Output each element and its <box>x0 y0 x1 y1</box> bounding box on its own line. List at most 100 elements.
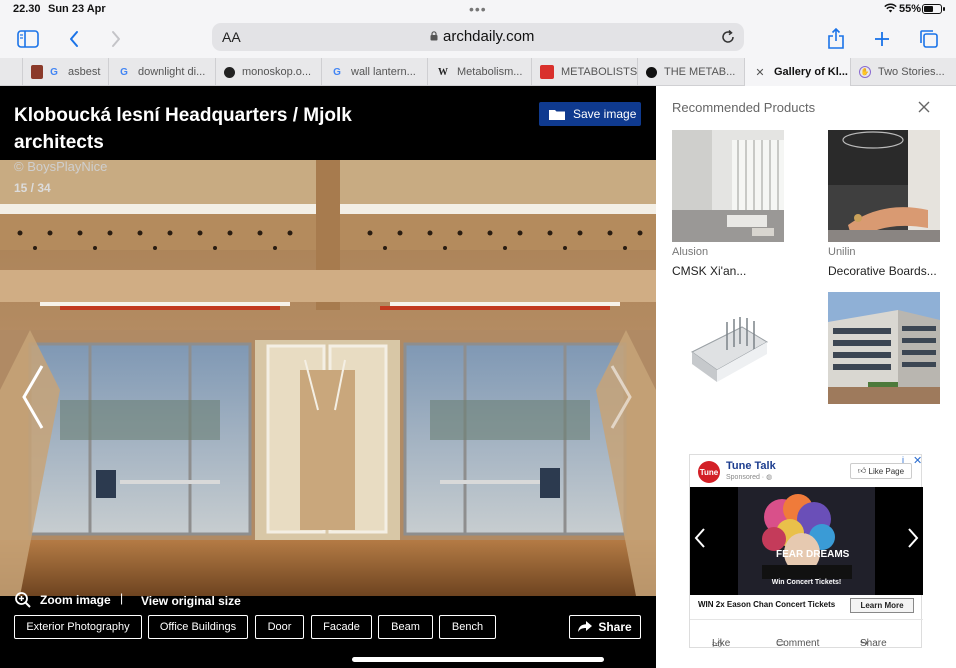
share-arrow-icon <box>578 621 593 632</box>
forward-icon[interactable] <box>102 26 130 52</box>
tab-label: THE METAB... <box>664 66 736 78</box>
recommended-products-panel: Recommended Products Alusion CMSK Xi'an.… <box>656 86 956 668</box>
tag-bench[interactable]: Bench <box>439 615 496 639</box>
product-brand: Alusion <box>672 246 709 258</box>
image-counter: 15 / 34 <box>14 181 51 195</box>
tag-door[interactable]: Door <box>255 615 304 639</box>
facebook-ad[interactable]: Tune Tune Talk Sponsored · ◍ i ✕ 👍︎ Like… <box>689 454 923 650</box>
tab-asbest[interactable]: G asbest <box>22 58 108 86</box>
zoom-icon[interactable] <box>14 591 32 609</box>
tab-the-metab[interactable]: THE METAB... <box>637 58 744 86</box>
tab-two-stories[interactable]: ✋ Two Stories... <box>850 58 956 86</box>
thumbs-up-icon: 👍︎ <box>857 466 867 475</box>
tab-label: Gallery of Kl... <box>774 66 848 78</box>
multitasking-dots-icon[interactable]: ••• <box>469 1 487 17</box>
site-circle-icon <box>646 66 657 78</box>
product-image-decorative-boards[interactable] <box>828 130 940 242</box>
google-icon: G <box>50 66 58 78</box>
ad-action-bar: 👍︎ Like ▭ Comment ↪ Share <box>690 619 923 650</box>
tools-separator: | <box>120 591 124 605</box>
browser-toolbar: AA archdaily.com <box>0 20 956 58</box>
share-icon[interactable] <box>822 26 850 52</box>
tab-bar: G asbest G downlight di... monoskop.o...… <box>0 58 956 86</box>
ad-share-label: Share <box>860 638 887 649</box>
previous-image-icon[interactable] <box>20 362 46 432</box>
learn-more-button[interactable]: Learn More <box>850 598 914 613</box>
wikipedia-icon: W <box>438 66 448 78</box>
ad-sponsored-label: Sponsored · ◍ <box>726 473 772 481</box>
save-image-label: Save image <box>573 107 637 121</box>
battery-icon <box>922 4 945 14</box>
close-tab-icon[interactable]: ✕ <box>753 65 767 79</box>
tab-wall-lantern[interactable]: G wall lantern... <box>321 58 427 86</box>
ad-carousel-image[interactable]: FEAR DREAMS Win Concert Tickets! <box>690 487 923 595</box>
tab-label: Metabolism... <box>457 66 523 78</box>
tab-metabolists[interactable]: METABOLISTS <box>531 58 637 86</box>
ad-headline[interactable]: WIN 2x Eason Chan Concert Tickets <box>698 600 835 609</box>
address-bar[interactable]: AA archdaily.com <box>212 23 744 51</box>
product-name[interactable]: Decorative Boards... <box>828 264 937 278</box>
wifi-icon <box>884 3 897 13</box>
tab-overview-icon[interactable] <box>915 26 943 52</box>
monoskop-icon <box>224 66 235 78</box>
new-tab-icon[interactable] <box>868 26 896 52</box>
tab-metabolism[interactable]: W Metabolism... <box>427 58 531 86</box>
reload-icon[interactable] <box>720 29 736 45</box>
back-icon[interactable] <box>60 26 88 52</box>
hand-icon: ✋ <box>859 66 871 78</box>
tag-exterior-photography[interactable]: Exterior Photography <box>14 615 142 639</box>
sidebar-toggle-icon[interactable] <box>14 26 42 52</box>
product-image-building[interactable] <box>828 292 940 404</box>
product-image-cmsk[interactable] <box>672 130 784 242</box>
tab-downlight[interactable]: G downlight di... <box>108 58 215 86</box>
carousel-prev-icon[interactable] <box>694 527 706 549</box>
photo-credit: © BoysPlayNice <box>14 159 108 174</box>
tab-monoskop[interactable]: monoskop.o... <box>215 58 321 86</box>
product-image-window-profile[interactable] <box>672 292 784 404</box>
metabolists-icon <box>540 65 554 79</box>
share-button[interactable]: Share <box>569 615 641 639</box>
gallery-title: Kloboucká lesní Headquarters / Mjolk arc… <box>14 105 352 153</box>
tag-facade[interactable]: Facade <box>311 615 372 639</box>
next-image-icon[interactable] <box>608 362 634 432</box>
tab-label: Two Stories... <box>878 66 945 78</box>
zoom-image-link[interactable]: Zoom image <box>40 593 111 607</box>
ad-sponsored-text: Sponsored · <box>726 474 767 481</box>
tab-gallery-active[interactable]: ✕ Gallery of Kl... <box>744 58 850 86</box>
url-domain: archdaily.com <box>443 28 535 45</box>
like-page-label: Like Page <box>868 466 905 476</box>
lock-icon <box>430 31 438 41</box>
carousel-next-icon[interactable] <box>907 527 919 549</box>
product-brand: Unilin <box>828 246 856 258</box>
favicon-book-icon <box>31 65 43 79</box>
ad-like-label: Like <box>712 638 731 649</box>
ad-visual-title: FEAR DREAMS <box>776 549 850 560</box>
view-original-size-link[interactable]: View original size <box>141 594 241 608</box>
save-image-button[interactable]: Save image <box>539 102 641 126</box>
tag-office-buildings[interactable]: Office Buildings <box>148 615 248 639</box>
text-size-button[interactable]: AA <box>222 29 241 45</box>
tag-beam[interactable]: Beam <box>378 615 433 639</box>
tab-label: METABOLISTS <box>561 66 637 78</box>
gallery-photo[interactable] <box>0 160 656 596</box>
tab-label: downlight di... <box>138 66 206 78</box>
ad-advertiser-name[interactable]: Tune Talk <box>726 460 776 472</box>
status-time: 22.30 <box>13 3 41 15</box>
close-icon[interactable] <box>918 101 930 113</box>
tab-label: asbest <box>68 66 101 78</box>
google-icon: G <box>120 66 128 78</box>
ad-caption: Win Concert Tickets! <box>771 579 842 586</box>
ad-close-icon[interactable]: ✕ <box>913 454 922 467</box>
ad-comment-label: Comment <box>776 638 820 649</box>
image-gallery: Kloboucká lesní Headquarters / Mjolk arc… <box>0 86 656 668</box>
status-bar: 22.30 Sun 23 Apr ••• 55% <box>0 0 956 20</box>
tab-label: wall lantern... <box>351 66 416 78</box>
status-date: Sun 23 Apr <box>48 3 106 15</box>
google-icon: G <box>333 66 341 78</box>
product-name[interactable]: CMSK Xi'an... <box>672 264 746 278</box>
home-indicator[interactable] <box>352 657 604 662</box>
globe-icon: ◍ <box>766 474 773 481</box>
like-page-button[interactable]: 👍︎ Like Page <box>850 463 912 479</box>
tab-label: monoskop.o... <box>242 66 312 78</box>
folder-icon <box>549 109 565 120</box>
